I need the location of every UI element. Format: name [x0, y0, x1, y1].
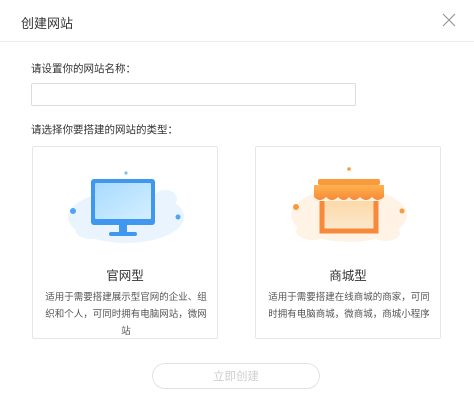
- close-icon: [442, 13, 456, 27]
- dialog-title: 创建网站: [21, 17, 74, 32]
- close-button[interactable]: [440, 11, 458, 29]
- card-official-site[interactable]: 官网型 适用于需要搭建展示型官网的企业、组织和个人，可同时拥有电脑网站，微网站: [32, 146, 218, 339]
- card-official-title: 官网型: [106, 268, 144, 283]
- card-mall-title: 商城型: [329, 268, 367, 283]
- card-mall-site[interactable]: 商城型 适用于需要搭建在线商城的商家，可同时拥有电脑商城，微商城，商城小程序: [255, 146, 441, 339]
- dialog-header: 创建网站: [0, 0, 474, 42]
- site-type-label: 请选择你要搭建的网站的类型：: [31, 124, 178, 136]
- monitor-icon: [68, 171, 184, 243]
- site-name-label: 请设置你的网站名称：: [31, 63, 136, 75]
- storefront-icon: [291, 167, 407, 242]
- card-mall-description: 适用于需要搭建在线商城的商家，可同时拥有电脑商城，微商城，商城小程序: [268, 292, 430, 320]
- create-now-button[interactable]: 立即创建: [152, 363, 320, 389]
- card-official-description: 适用于需要搭建展示型官网的企业、组织和个人，可同时拥有电脑网站，微网站: [45, 292, 207, 337]
- site-name-input[interactable]: [31, 83, 356, 106]
